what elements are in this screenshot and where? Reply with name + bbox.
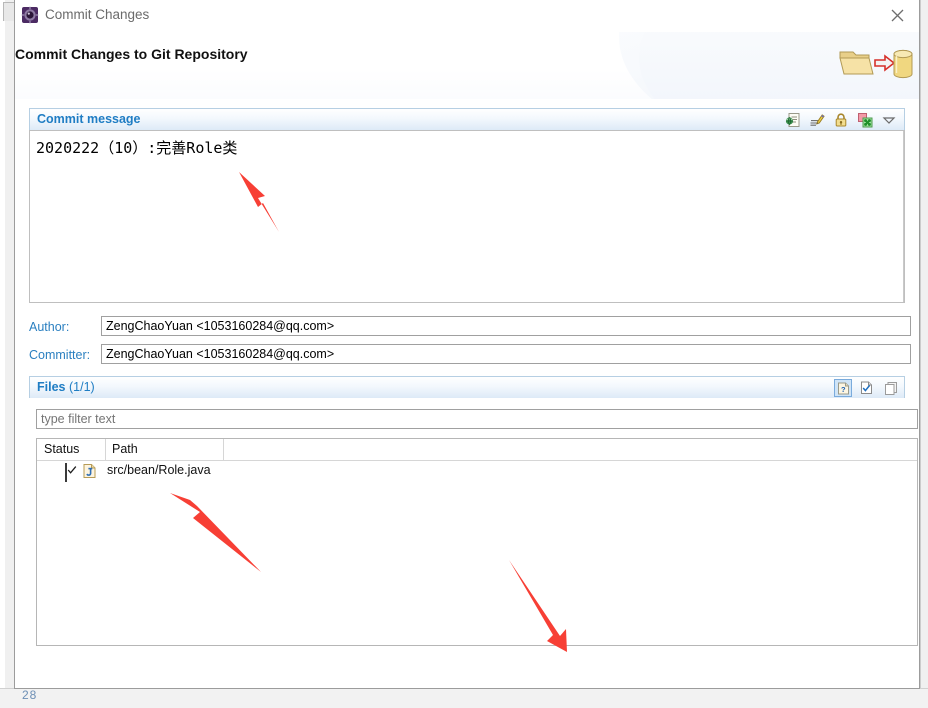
show-untracked-files-icon[interactable]: ? [834,379,852,397]
commit-message-text: 2020222（10）:完善Role类 [36,139,238,157]
chevron-down-icon[interactable] [880,111,898,129]
files-section-header: Files (1/1) ? [29,376,905,398]
column-header-status[interactable]: Status [44,442,79,456]
deselect-all-icon[interactable] [882,379,900,397]
amend-commit-icon[interactable] [856,111,874,129]
files-label-text: Files [37,380,66,394]
signed-off-by-icon[interactable] [808,111,826,129]
commit-changes-icon [21,6,39,24]
column-header-path[interactable]: Path [112,442,138,456]
commit-changes-dialog: Commit Changes Commit Changes to Git Rep… [14,0,920,689]
sign-commit-lock-icon[interactable] [832,111,850,129]
row-path: src/bean/Role.java [107,463,211,477]
spell-check-icon[interactable] [784,111,802,129]
svg-text:?: ? [841,385,846,394]
close-icon[interactable] [875,0,919,30]
committer-input[interactable] [101,344,911,364]
commit-message-section-header: Commit message [29,108,905,130]
column-divider[interactable] [105,439,106,460]
dialog-body: Commit message 2020222（10）:完善Role类 Autho… [15,99,919,688]
commit-message-input[interactable]: 2020222（10）:完善Role类 [29,130,905,303]
background-app-right-strip [920,0,928,708]
dialog-banner: Commit Changes to Git Repository [15,32,919,100]
select-all-icon[interactable] [858,379,876,397]
files-filter-input[interactable] [36,409,918,429]
commit-message-toolbar [784,110,898,130]
commit-message-margin-guide [903,131,904,302]
files-toolbar: ? [834,378,900,398]
files-section-label: Files (1/1) [37,380,95,394]
banner-heading: Commit Changes to Git Repository [15,46,248,62]
background-app-left-edge [0,0,5,708]
column-divider[interactable] [223,439,224,460]
table-row[interactable]: src/bean/Role.java [37,461,917,482]
files-table-header: Status Path [37,439,917,461]
dialog-title-bar: Commit Changes [15,0,919,32]
background-line-number: 28 [22,688,38,702]
committer-label: Committer: [29,348,91,362]
author-input[interactable] [101,316,911,336]
row-checkbox[interactable] [65,463,77,482]
files-table[interactable]: Status Path src/bean/Role.java [36,438,918,646]
author-label: Author: [29,320,70,334]
dialog-title: Commit Changes [45,7,150,22]
commit-message-section-label: Commit message [37,112,141,126]
files-count-text: (1/1) [68,380,95,394]
background-app-bottom-bar [0,688,928,708]
screen: 28 Commit Changes Commit Changes to Git … [0,0,928,708]
folder-to-repository-icon [837,40,913,88]
java-file-icon [83,464,96,483]
